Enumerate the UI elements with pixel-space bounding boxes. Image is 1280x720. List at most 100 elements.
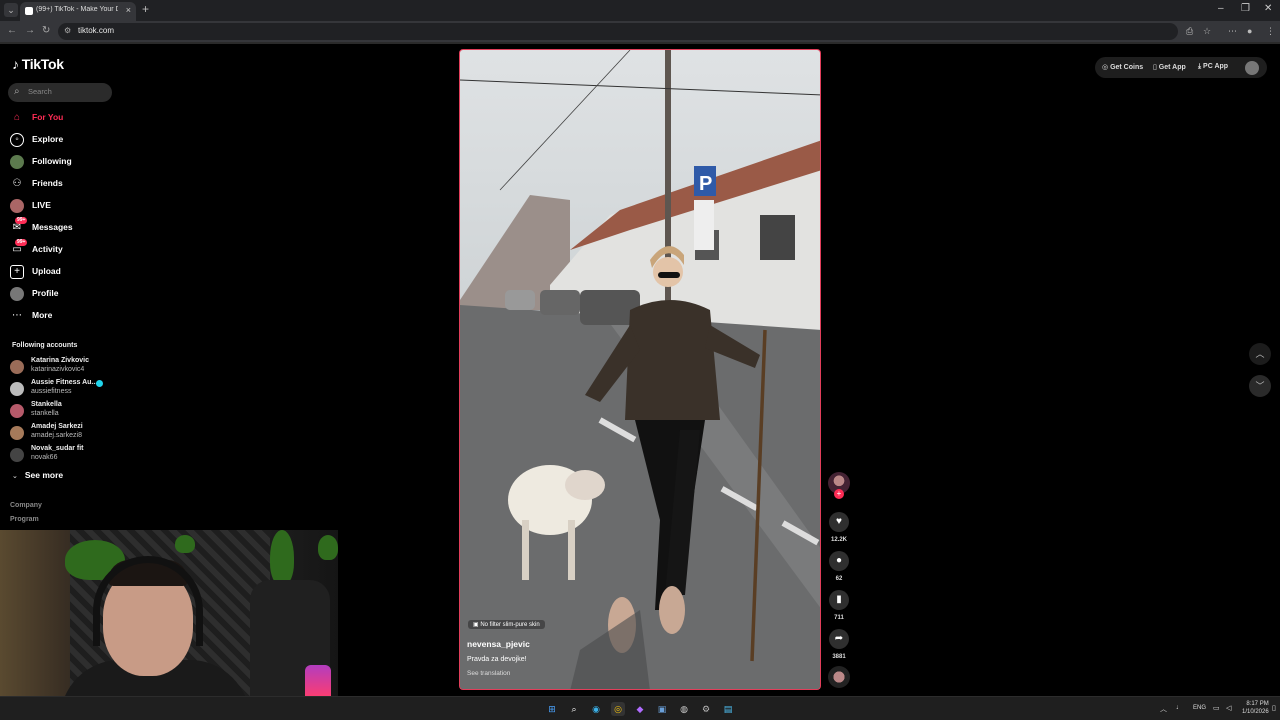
tab-list-icon[interactable]: ⌄ bbox=[4, 3, 18, 17]
following-account[interactable]: Stankella stankella bbox=[10, 400, 120, 420]
nav-explore[interactable]: ◦ Explore bbox=[10, 131, 120, 149]
address-bar[interactable]: ⚙ tiktok.com ⎙ ☆ bbox=[58, 23, 1211, 40]
tiktok-note-icon: ♪ bbox=[12, 56, 19, 72]
nav-activity[interactable]: ▭ 99+ Activity bbox=[10, 239, 120, 259]
account-handle: novak66 bbox=[31, 454, 58, 461]
video-tag[interactable]: ▣ No filter slim-pure skin bbox=[468, 620, 545, 629]
browser-tab-tiktok[interactable]: (99+) TikTok - Make Your D × bbox=[20, 2, 136, 21]
search-icon[interactable]: ⌕ bbox=[567, 702, 581, 716]
home-icon: ⌂ bbox=[13, 112, 21, 123]
music-disc-icon[interactable] bbox=[828, 666, 850, 688]
search-input[interactable] bbox=[28, 87, 108, 96]
comment-button[interactable]: ● bbox=[829, 551, 849, 571]
edge-icon[interactable]: ◉ bbox=[589, 702, 603, 716]
pc-app-label: PC App bbox=[1203, 63, 1229, 70]
browser-tab-bar: ⌄ (99+) TikTok - Make Your D × + – ❐ ✕ bbox=[0, 0, 1280, 21]
nav-label: For You bbox=[32, 112, 64, 122]
share-button[interactable]: ➦ bbox=[829, 629, 849, 649]
bookmark-star-icon[interactable]: ☆ bbox=[1203, 26, 1211, 37]
app-icon[interactable]: ◍ bbox=[677, 702, 691, 716]
see-translation-link[interactable]: See translation bbox=[467, 670, 510, 677]
live-icon bbox=[10, 199, 24, 213]
nav-more[interactable]: ⋯ More bbox=[10, 307, 120, 325]
profile-avatar-icon[interactable]: ● bbox=[1247, 26, 1252, 36]
get-coins-button[interactable]: ◎ Get Coins bbox=[1102, 63, 1143, 71]
following-account[interactable]: Amadej Sarkezi amadej.sarkezi8 bbox=[10, 422, 120, 442]
upload-icon: + bbox=[10, 265, 24, 279]
search-icon: ⌕ bbox=[14, 86, 20, 97]
page-divider bbox=[0, 42, 1280, 44]
following-account[interactable]: Katarina Zivkovic katarinazivkovic4 bbox=[10, 356, 120, 376]
video-player[interactable]: P ▣ No filter slim-pure skin nevensa_pje… bbox=[459, 49, 821, 690]
menu-kebab-icon[interactable]: ⋮ bbox=[1266, 26, 1275, 37]
minimize-icon[interactable]: – bbox=[1218, 3, 1224, 14]
new-tab-button[interactable]: + bbox=[142, 2, 149, 16]
nav-upload[interactable]: + Upload bbox=[10, 263, 120, 281]
network-icon[interactable]: ▭ bbox=[1213, 704, 1220, 712]
save-button[interactable]: ▮ bbox=[829, 590, 849, 610]
notification-icon[interactable]: ▯ bbox=[1272, 704, 1276, 712]
like-button[interactable]: ♥ bbox=[829, 512, 849, 532]
nav-label: LIVE bbox=[32, 200, 51, 210]
extensions-icon[interactable]: ⋯ bbox=[1228, 26, 1237, 37]
avatar bbox=[10, 360, 24, 374]
nav-label: Explore bbox=[32, 134, 64, 144]
forward-icon[interactable]: → bbox=[25, 25, 35, 36]
next-video-button[interactable]: ﹀ bbox=[1249, 375, 1271, 397]
bookmark-icon: ▮ bbox=[836, 594, 842, 605]
user-avatar[interactable] bbox=[1245, 61, 1259, 75]
nav-messages[interactable]: ✉ 99+ Messages bbox=[10, 217, 120, 237]
following-avatar-icon bbox=[10, 155, 24, 169]
follow-plus-icon[interactable]: + bbox=[834, 489, 844, 499]
nav-friends[interactable]: ⚇ Friends bbox=[10, 175, 120, 193]
avatar bbox=[10, 448, 24, 462]
footer-link-program[interactable]: Program bbox=[10, 516, 39, 523]
following-accounts-title: Following accounts bbox=[12, 342, 78, 349]
nav-label: More bbox=[32, 310, 53, 320]
language-indicator[interactable]: ENG bbox=[1193, 705, 1206, 711]
nav-profile[interactable]: Profile bbox=[10, 285, 120, 303]
following-account[interactable]: Novak_sudar fit novak66 bbox=[10, 444, 120, 464]
see-more-button[interactable]: ⌄ See more bbox=[12, 470, 63, 480]
install-icon[interactable]: ⎙ bbox=[1186, 26, 1193, 37]
teams-icon[interactable]: ◆ bbox=[633, 702, 647, 716]
nav-label: Activity bbox=[32, 244, 63, 254]
site-info-icon[interactable]: ⚙ bbox=[64, 26, 71, 35]
system-clock[interactable]: 8:17 PM 1/10/2026 bbox=[1242, 700, 1269, 716]
account-handle: amadej.sarkezi8 bbox=[31, 432, 82, 439]
footer-link-company[interactable]: Company bbox=[10, 502, 42, 509]
tiktok-logo[interactable]: ♪ TikTok bbox=[12, 56, 64, 72]
windows-taskbar: ⊞ ⌕ ◉ ◎ ◆ ▣ ◍ ⚙ ▤ ︿ ♩ ENG ▭ ◁ 8:17 PM 1/… bbox=[0, 696, 1280, 720]
following-account[interactable]: Aussie Fitness Au... aussiefitness bbox=[10, 378, 120, 398]
video-author[interactable]: nevensa_pjevic bbox=[467, 639, 530, 649]
plant-decor bbox=[270, 530, 294, 585]
chevron-down-icon: ﹀ bbox=[1255, 381, 1265, 391]
explorer-icon[interactable]: ▣ bbox=[655, 702, 669, 716]
back-icon[interactable]: ← bbox=[7, 25, 17, 36]
notepad-icon[interactable]: ▤ bbox=[721, 702, 735, 716]
nav-for-you[interactable]: ⌂ For You bbox=[10, 109, 120, 127]
nav-live[interactable]: LIVE bbox=[10, 197, 120, 215]
verified-icon bbox=[96, 380, 103, 387]
chrome-icon[interactable]: ◎ bbox=[611, 702, 625, 716]
windows-start-icon[interactable]: ⊞ bbox=[545, 702, 559, 716]
close-window-icon[interactable]: ✕ bbox=[1264, 3, 1272, 14]
url-text[interactable]: tiktok.com bbox=[78, 26, 114, 35]
volume-icon[interactable]: ◁ bbox=[1226, 704, 1231, 712]
profile-icon bbox=[10, 287, 24, 301]
mic-icon[interactable]: ♩ bbox=[1176, 704, 1183, 711]
get-app-button[interactable]: ▯ Get App bbox=[1153, 63, 1186, 71]
get-coins-label: Get Coins bbox=[1110, 64, 1144, 71]
pc-app-button[interactable]: ⤓ PC App bbox=[1198, 63, 1228, 71]
search-box[interactable]: ⌕ bbox=[8, 83, 112, 102]
restore-icon[interactable]: ❐ bbox=[1241, 3, 1250, 14]
settings-icon[interactable]: ⚙ bbox=[699, 702, 713, 716]
activity-badge: 99+ bbox=[15, 239, 28, 246]
nav-following[interactable]: Following bbox=[10, 153, 120, 171]
reload-icon[interactable]: ↻ bbox=[42, 25, 50, 36]
tab-close-icon[interactable]: × bbox=[126, 5, 131, 15]
tray-chevron-icon[interactable]: ︿ bbox=[1160, 704, 1167, 714]
account-name: Aussie Fitness Au... bbox=[31, 379, 98, 386]
previous-video-button[interactable]: ︿ bbox=[1249, 343, 1271, 365]
nav-label: Messages bbox=[32, 222, 73, 232]
